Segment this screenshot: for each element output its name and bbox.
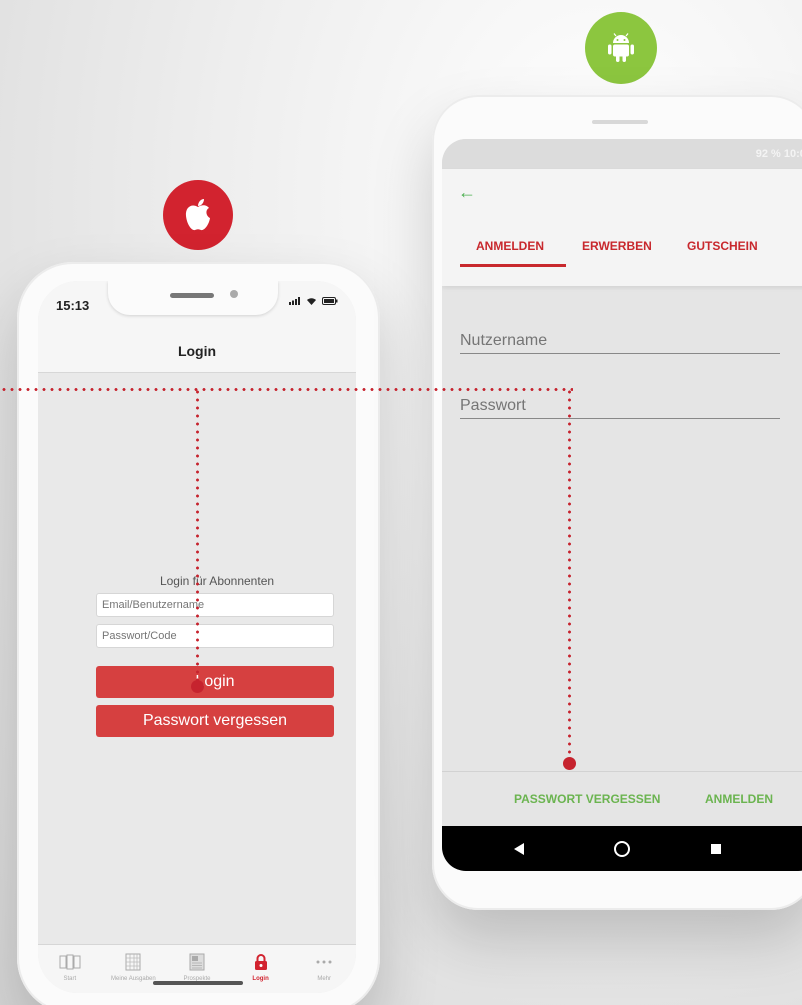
ios-tab-bar: Start Meine Ausgaben Prospekte Login Meh… [38, 944, 356, 993]
ios-navigation-bar: Login [38, 329, 356, 373]
more-icon [313, 952, 335, 972]
nav-recents-button[interactable] [705, 838, 727, 860]
ios-home-indicator[interactable] [153, 981, 243, 985]
active-tab-indicator [460, 264, 566, 267]
tab-prospekte[interactable]: Prospekte [165, 945, 229, 993]
android-logo-icon [608, 33, 634, 62]
connector-line-ios [196, 388, 199, 686]
grid-icon [122, 952, 144, 972]
back-triangle-icon [514, 843, 524, 855]
login-button[interactable]: Login [96, 666, 334, 698]
login-button[interactable]: ANMELDEN [705, 792, 773, 806]
android-app-bar: ← ANMELDEN ERWERBEN GUTSCHEIN [442, 169, 802, 286]
back-arrow-icon[interactable]: ← [458, 182, 476, 203]
android-speaker [592, 120, 648, 124]
tab-gutschein[interactable]: GUTSCHEIN [687, 239, 758, 253]
page-title: Login [177, 343, 217, 359]
tab-label: Login [252, 976, 269, 982]
android-screen: 92 % 10:06 ← ANMELDEN ERWERBEN GUTSCHEIN… [442, 139, 802, 871]
android-status-text: 92 % 10:06 [755, 148, 802, 160]
ios-status-icons [289, 297, 338, 305]
email-field[interactable] [96, 593, 334, 617]
battery-icon [322, 297, 338, 305]
login-heading: Login für Abonnenten [159, 574, 275, 588]
recents-square-icon [711, 844, 721, 854]
newspaper-icon [186, 952, 208, 972]
tab-login[interactable]: Login [229, 945, 293, 993]
home-circle-icon [614, 841, 630, 857]
android-badge [585, 12, 657, 84]
android-navigation-bar [442, 826, 802, 871]
ios-notch [108, 281, 278, 315]
apple-logo-icon [185, 199, 210, 231]
tab-anmelden[interactable]: ANMELDEN [476, 239, 544, 253]
apple-badge [163, 180, 233, 250]
signal-icon [289, 297, 300, 305]
ios-camera [230, 290, 238, 298]
password-field[interactable] [460, 393, 780, 419]
android-device: 92 % 10:06 ← ANMELDEN ERWERBEN GUTSCHEIN… [432, 95, 802, 910]
android-status-bar: 92 % 10:06 [442, 139, 802, 169]
connector-marker-ios [191, 680, 204, 693]
wifi-icon [307, 298, 316, 305]
tab-label: Mehr [317, 976, 331, 982]
nav-home-button[interactable] [611, 838, 633, 860]
tab-erwerben[interactable]: ERWERBEN [582, 239, 652, 253]
username-field[interactable] [460, 328, 780, 354]
forgot-password-button[interactable]: Passwort vergessen [96, 705, 334, 737]
lock-icon [250, 952, 272, 972]
tab-mehr[interactable]: Mehr [292, 945, 356, 993]
connector-line-android [568, 388, 571, 763]
ios-speaker [170, 293, 214, 298]
forgot-password-button[interactable]: PASSWORT VERGESSEN [514, 792, 660, 806]
nav-back-button[interactable] [508, 838, 530, 860]
connector-line-horizontal [0, 388, 573, 391]
pages-icon [59, 952, 81, 972]
tab-label: Meine Ausgaben [111, 976, 156, 982]
password-field[interactable] [96, 624, 334, 648]
android-action-bar: PASSWORT VERGESSEN ANMELDEN [442, 771, 802, 826]
tab-start[interactable]: Start [38, 945, 102, 993]
tab-label: Start [63, 976, 77, 982]
ios-status-time: 15:13 [56, 298, 90, 313]
connector-marker-android [563, 757, 576, 770]
tab-meine-ausgaben[interactable]: Meine Ausgaben [102, 945, 166, 993]
